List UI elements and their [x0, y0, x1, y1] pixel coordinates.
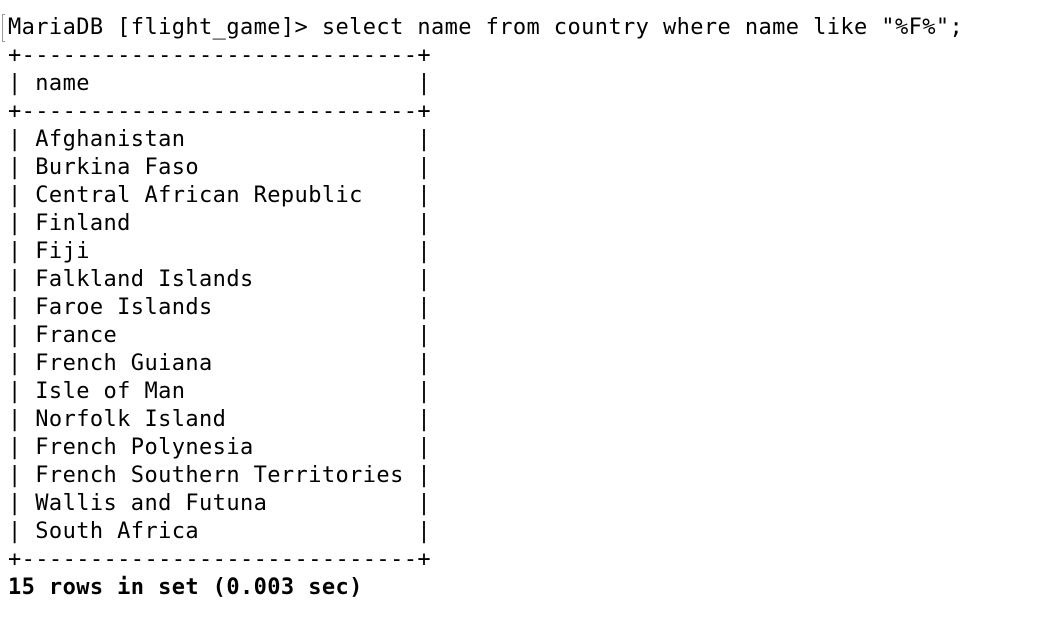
table-row: | Fiji |	[8, 239, 431, 264]
table-row: | France |	[8, 323, 431, 348]
table-row: | French Southern Territories |	[8, 463, 431, 488]
terminal-window[interactable]: MariaDB [flight_game]> select name from …	[0, 0, 1058, 620]
table-row: | French Guiana |	[8, 351, 431, 376]
command-line: MariaDB [flight_game]> select name from …	[8, 14, 963, 42]
table-row: | Afghanistan |	[8, 127, 431, 152]
table-bottom-border: +-----------------------------+	[8, 547, 431, 572]
table-row: | Burkina Faso |	[8, 155, 431, 180]
table-header-row: | name |	[8, 71, 431, 96]
result-summary: 15 rows in set (0.003 sec)	[8, 575, 363, 600]
table-row: | Isle of Man |	[8, 379, 431, 404]
prompt: MariaDB [flight_game]>	[8, 15, 322, 40]
selection-bracket-mark	[2, 14, 5, 42]
sql-command: select name from country where name like…	[321, 15, 964, 40]
table-header-border: +-----------------------------+	[8, 99, 431, 124]
table-row: | Falkland Islands |	[8, 267, 431, 292]
table-row: | Norfolk Island |	[8, 407, 431, 432]
table-row: | Finland |	[8, 211, 431, 236]
table-row: | Wallis and Futuna |	[8, 491, 431, 516]
table-row: | South Africa |	[8, 519, 431, 544]
table-row: | Central African Republic |	[8, 183, 431, 208]
table-row: | Faroe Islands |	[8, 295, 431, 320]
table-row: | French Polynesia |	[8, 435, 431, 460]
table-top-border: +-----------------------------+	[8, 43, 431, 68]
